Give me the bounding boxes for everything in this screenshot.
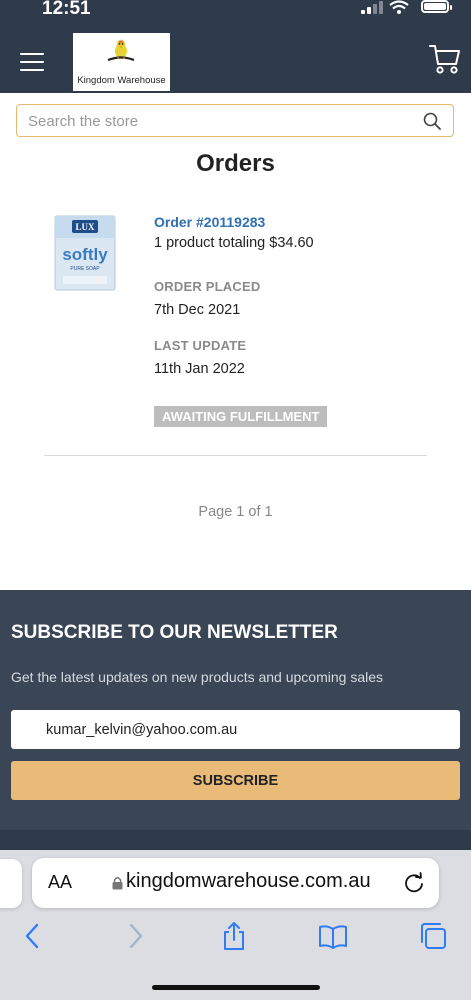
newsletter-section: SUBSCRIBE TO OUR NEWSLETTER Get the late…: [0, 590, 471, 830]
bookmarks-icon[interactable]: [318, 921, 348, 951]
bird-logo-icon: [107, 39, 135, 62]
reload-icon[interactable]: [403, 872, 425, 894]
order-placed-label: ORDER PLACED: [154, 279, 261, 294]
site-logo[interactable]: Kingdom Warehouse: [73, 33, 170, 91]
battery-icon: [421, 0, 452, 13]
last-update-date: 11th Jan 2022: [154, 361, 245, 377]
product-thumbnail[interactable]: LUX softly PURE SOAP: [53, 214, 117, 292]
home-indicator: [152, 985, 320, 990]
subscribe-button[interactable]: SUBSCRIBE: [11, 761, 460, 800]
lock-icon: [112, 877, 123, 890]
back-icon[interactable]: [18, 921, 48, 951]
page-title: Orders: [196, 150, 275, 177]
share-icon[interactable]: [219, 921, 249, 951]
address-bar[interactable]: AA kingdomwarehouse.com.au: [32, 858, 439, 908]
signal-icon: [361, 1, 383, 14]
site-header: Kingdom Warehouse: [0, 30, 471, 93]
search-input[interactable]: [28, 110, 408, 132]
previous-tab-preview[interactable]: [0, 859, 22, 908]
last-update-label: LAST UPDATE: [154, 338, 247, 353]
status-time: 12:51: [42, 0, 91, 19]
tabs-icon[interactable]: [418, 921, 448, 951]
reader-aa-button[interactable]: AA: [48, 872, 72, 893]
footer: [0, 830, 471, 850]
order-placed-date: 7th Dec 2021: [154, 302, 241, 318]
pagination-text: Page 1 of 1: [198, 504, 273, 520]
logo-text: Kingdom Warehouse: [77, 75, 166, 86]
search-box: [16, 104, 454, 137]
browser-toolbar: AA kingdomwarehouse.com.au: [0, 850, 471, 1000]
order-status-badge: AWAITING FULFILLMENT: [154, 406, 328, 427]
status-bar: 12:51: [0, 0, 471, 30]
newsletter-description: Get the latest updates on new products a…: [11, 669, 384, 685]
cart-icon[interactable]: [429, 42, 461, 76]
wifi-icon: [389, 0, 409, 14]
order-summary: 1 product totaling $34.60: [154, 235, 314, 251]
product-sub-text: PURE SOAP: [70, 266, 100, 272]
menu-icon[interactable]: [20, 52, 44, 72]
search-icon[interactable]: [423, 112, 441, 130]
newsletter-email-input[interactable]: [11, 710, 460, 749]
url-text: kingdomwarehouse.com.au: [126, 870, 371, 892]
order-number-link[interactable]: Order #20119283: [154, 214, 265, 230]
forward-icon[interactable]: [120, 921, 150, 951]
newsletter-title: SUBSCRIBE TO OUR NEWSLETTER: [11, 622, 338, 643]
product-name-text: softly: [62, 245, 108, 264]
divider: [44, 455, 427, 456]
product-brand-text: LUX: [75, 222, 95, 232]
